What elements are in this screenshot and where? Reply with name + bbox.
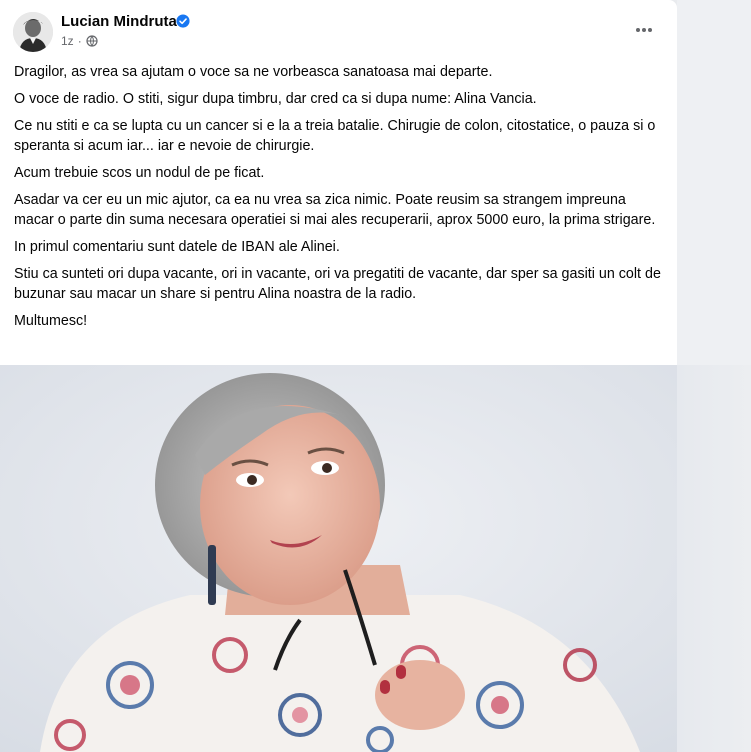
- post-paragraph: Asadar va cer eu un mic ajutor, ca ea nu…: [14, 192, 656, 228]
- post-photo[interactable]: [0, 365, 677, 752]
- post-paragraph: In primul comentariu sunt datele de IBAN…: [14, 239, 340, 255]
- post-card: Lucian Mindruta 1z · Dragilor, as vrea s…: [0, 0, 677, 752]
- photo-overflow: [677, 365, 751, 752]
- post-paragraph: Multumesc!: [14, 313, 88, 329]
- post-header: Lucian Mindruta 1z ·: [0, 0, 677, 58]
- post-timestamp[interactable]: 1z: [61, 34, 74, 48]
- post-paragraph: Stiu ca sunteti ori dupa vacante, ori in…: [14, 266, 661, 302]
- post-paragraph: Ce nu stiti e ca se lupta cu un cancer s…: [14, 118, 656, 154]
- post-paragraph: Dragilor, as vrea sa ajutam o voce sa ne…: [14, 64, 493, 80]
- post-paragraph: Acum trebuie scos un nodul de pe ficat.: [14, 165, 265, 181]
- author-avatar[interactable]: [13, 12, 53, 52]
- more-options-icon[interactable]: [628, 16, 660, 44]
- globe-icon[interactable]: [86, 35, 98, 47]
- post-meta: 1z ·: [61, 34, 98, 48]
- verified-badge-icon: [176, 14, 190, 28]
- post-text: Dragilor, as vrea sa ajutam o voce sa ne…: [14, 62, 664, 338]
- meta-separator: ·: [77, 34, 82, 48]
- author-name[interactable]: Lucian Mindruta: [61, 13, 177, 30]
- post-paragraph: O voce de radio. O stiti, sigur dupa tim…: [14, 91, 537, 107]
